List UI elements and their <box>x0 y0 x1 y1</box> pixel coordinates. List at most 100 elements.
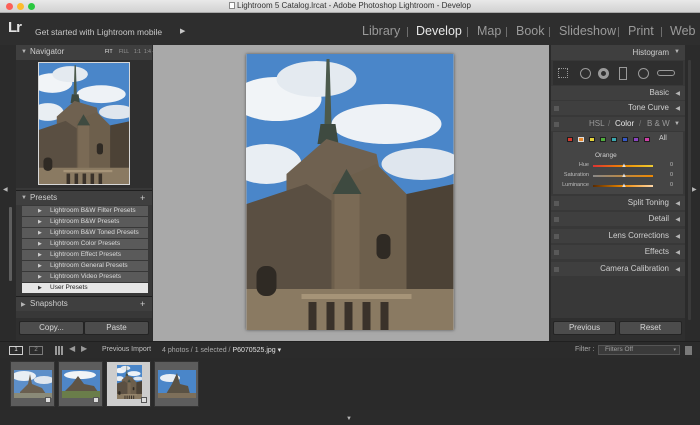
panel-toggle-switch[interactable] <box>554 106 559 111</box>
expand-triangle-icon: ▶ <box>38 263 42 269</box>
detail-header[interactable]: Detail ◀ <box>551 212 685 226</box>
preset-folder-selected[interactable]: ▶ User Presets <box>22 283 148 293</box>
purple-swatch[interactable] <box>633 137 639 142</box>
filmstrip-thumbnail[interactable] <box>10 361 55 407</box>
current-filename[interactable]: P6070525.jpg <box>232 347 275 354</box>
slider-thumb-icon[interactable]: ▲ <box>621 173 627 179</box>
preset-folder[interactable]: ▶ Lightroom Color Presets <box>22 239 148 249</box>
left-panel-toggle-icon[interactable]: ◀ <box>3 186 8 193</box>
radial-filter-icon[interactable] <box>638 68 649 79</box>
panel-toggle-switch[interactable] <box>554 201 559 206</box>
previous-settings-button[interactable]: Previous <box>553 321 616 335</box>
module-web[interactable]: Web <box>670 24 695 38</box>
basic-panel-header[interactable]: Basic ◀ <box>551 86 685 100</box>
luminance-value[interactable]: 0 <box>670 182 673 188</box>
filter-lock-icon[interactable] <box>685 346 692 355</box>
aqua-swatch[interactable] <box>611 137 617 142</box>
secondary-window-button[interactable]: 2 <box>29 346 43 355</box>
add-preset-icon[interactable]: + <box>140 193 145 203</box>
copy-settings-button[interactable]: Copy... <box>19 321 84 335</box>
snapshots-header[interactable]: ▶ Snapshots + <box>16 297 152 311</box>
preset-folder[interactable]: ▶ Lightroom B&W Filter Presets <box>22 206 148 216</box>
module-slideshow[interactable]: Slideshow <box>559 24 616 38</box>
module-print[interactable]: Print <box>628 24 654 38</box>
magenta-swatch[interactable] <box>644 137 650 142</box>
forward-arrow-icon[interactable]: ▶ <box>81 344 87 353</box>
module-book[interactable]: Book <box>516 24 545 38</box>
navigator-header[interactable]: ▼ Navigator FIT FILL 1:1 1:4 ÷ <box>16 45 155 60</box>
filmstrip-toggle-icon[interactable]: ▼ <box>346 416 352 422</box>
preset-folder[interactable]: ▶ Lightroom B&W Presets <box>22 217 148 227</box>
filmstrip-thumbnail[interactable] <box>154 361 199 407</box>
effects-title: Effects <box>644 247 669 256</box>
primary-window-button[interactable]: 1 <box>9 346 23 355</box>
adjustment-brush-icon[interactable] <box>657 70 675 76</box>
mobile-promo-link[interactable]: Get started with Lightroom mobile <box>35 27 162 37</box>
crop-overlay-icon[interactable] <box>558 68 568 78</box>
split-toning-header[interactable]: Split Toning ◀ <box>551 196 685 210</box>
reset-button[interactable]: Reset <box>619 321 682 335</box>
add-snapshot-icon[interactable]: + <box>140 299 145 309</box>
presets-scrollbar[interactable] <box>9 207 12 281</box>
split-toning-title: Split Toning <box>627 198 669 207</box>
blue-swatch[interactable] <box>622 137 628 142</box>
panel-toggle-switch[interactable] <box>554 250 559 255</box>
all-colors-button[interactable]: All <box>659 135 667 142</box>
filmstrip-thumbnail-selected[interactable] <box>106 361 151 407</box>
zoom-fit[interactable]: FIT <box>105 49 113 55</box>
filename-dropdown-icon[interactable]: ▾ <box>278 347 282 354</box>
grid-view-icon[interactable] <box>55 346 64 355</box>
zoom-fill[interactable]: FILL <box>119 49 129 55</box>
panel-toggle-switch[interactable] <box>554 122 559 127</box>
hue-value[interactable]: 0 <box>670 162 673 168</box>
module-map[interactable]: Map <box>477 24 501 38</box>
module-library[interactable]: Library <box>362 24 400 38</box>
slider-thumb-icon[interactable]: ▲ <box>621 163 627 169</box>
preset-folder[interactable]: ▶ Lightroom Effect Presets <box>22 250 148 260</box>
slider-thumb-icon[interactable]: ▲ <box>621 183 627 189</box>
panel-toggle-switch[interactable] <box>554 234 559 239</box>
expand-triangle-icon: ▶ <box>38 241 42 247</box>
main-photo[interactable] <box>246 54 454 330</box>
tab-bw[interactable]: B & W <box>647 119 670 128</box>
preset-folder[interactable]: ▶ Lightroom B&W Toned Presets <box>22 228 148 238</box>
panel-toggle-switch[interactable] <box>554 217 559 222</box>
module-separator <box>506 27 507 37</box>
tab-hsl[interactable]: HSL <box>589 119 605 128</box>
tone-curve-header[interactable]: Tone Curve ◀ <box>551 101 685 115</box>
preset-folder[interactable]: ▶ Lightroom Video Presets <box>22 272 148 282</box>
expand-triangle-icon: ▶ <box>21 302 26 308</box>
module-develop[interactable]: Develop <box>416 24 462 38</box>
navigator-preview[interactable] <box>38 62 130 185</box>
snapshots-title: Snapshots <box>30 299 68 308</box>
green-swatch[interactable] <box>600 137 606 142</box>
preset-folder[interactable]: ▶ Lightroom General Presets <box>22 261 148 271</box>
window-title: Lightroom 5 Catalog.lrcat - Adobe Photos… <box>0 1 700 10</box>
expand-triangle-icon: ▶ <box>38 285 42 291</box>
lens-corrections-header[interactable]: Lens Corrections ◀ <box>551 229 685 243</box>
hsl-header[interactable]: HSL / Color / B & W ▼ <box>551 117 685 131</box>
tab-color[interactable]: Color <box>615 119 634 128</box>
graduated-filter-icon[interactable] <box>619 67 627 80</box>
yellow-swatch[interactable] <box>589 137 595 142</box>
filter-dropdown[interactable]: Filters Off ▾ <box>598 345 680 355</box>
paste-settings-button[interactable]: Paste <box>84 321 149 335</box>
histogram-header[interactable]: Histogram ▼ <box>551 45 685 60</box>
filmstrip-source[interactable]: Previous Import <box>102 346 151 353</box>
expand-triangle-icon: ◀ <box>675 217 680 223</box>
right-panel-toggle-icon[interactable]: ▶ <box>692 186 697 193</box>
red-swatch[interactable] <box>567 137 573 142</box>
red-eye-icon[interactable] <box>598 68 609 79</box>
orange-swatch[interactable] <box>578 137 584 142</box>
spot-removal-icon[interactable] <box>580 68 591 79</box>
saturation-value[interactable]: 0 <box>670 172 673 178</box>
zoom-1-1[interactable]: 1:1 <box>134 49 141 55</box>
back-arrow-icon[interactable]: ◀ <box>69 344 75 353</box>
effects-header[interactable]: Effects ◀ <box>551 245 685 259</box>
presets-header[interactable]: ▼ Presets + <box>16 191 152 205</box>
right-panel-scrollbar[interactable] <box>688 60 691 320</box>
filmstrip-thumbnail[interactable] <box>58 361 103 407</box>
mobile-promo-arrow-icon[interactable]: ▶ <box>180 27 185 35</box>
panel-toggle-switch[interactable] <box>554 267 559 272</box>
camera-calibration-header[interactable]: Camera Calibration ◀ <box>551 262 685 276</box>
